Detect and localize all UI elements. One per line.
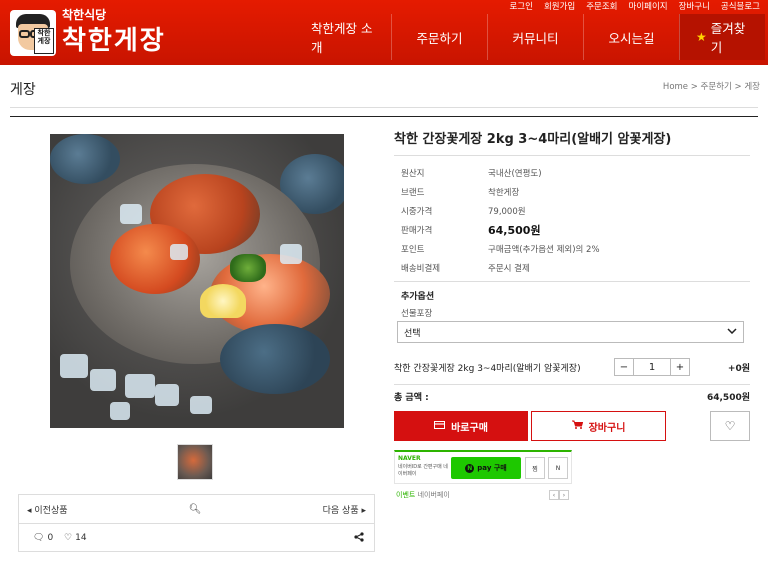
- naver-n-icon: N: [465, 463, 475, 473]
- header: 착한 게장 착한식당 착한게장 로그인 회원가입 주문조회 마이페이지 장바구니…: [0, 0, 768, 65]
- quantity-input[interactable]: 1: [633, 359, 671, 375]
- total-row: 총 금액 : 64,500원: [394, 390, 750, 406]
- option-price: +0원: [727, 363, 750, 374]
- logo-mascot: 착한 게장: [10, 10, 56, 56]
- product-image[interactable]: [50, 134, 344, 428]
- info-row-sale-price: 판매가격 64,500원: [401, 223, 541, 237]
- gift-wrap-label: 선물포장: [401, 309, 433, 319]
- nav-order[interactable]: 주문하기: [391, 14, 487, 60]
- top-link-cart[interactable]: 장바구니: [679, 0, 710, 12]
- top-menu: 로그인 회원가입 주문조회 마이페이지 장바구니 공식블로그: [509, 0, 760, 12]
- add-to-cart-button[interactable]: 장바구니: [531, 411, 666, 441]
- chevron-down-icon: [727, 327, 737, 337]
- info-row-origin: 원산지 국내산(연평도): [401, 168, 542, 179]
- product-thumbnail[interactable]: [177, 444, 213, 480]
- event-arrows: ‹ ›: [549, 490, 569, 500]
- total-value: 64,500원: [706, 393, 750, 403]
- top-link-join[interactable]: 회원가입: [544, 0, 575, 12]
- naver-logo: NAVER: [398, 455, 421, 462]
- like-count[interactable]: ♡ 14: [64, 533, 87, 543]
- favorite-label: 즐겨찾기: [710, 21, 746, 55]
- top-link-order-check[interactable]: 주문조회: [586, 0, 617, 12]
- quantity-plus-button[interactable]: +: [671, 359, 689, 375]
- cart-icon: [571, 420, 583, 432]
- info-row-points: 포인트 구매금액(추가옵션 제외)의 2%: [401, 244, 600, 255]
- heart-icon: ♡: [724, 419, 736, 433]
- product-info-table: 원산지 국내산(연평도) 브랜드 착한게장 시중가격 79,000원 판매가격 64,5…: [401, 163, 741, 277]
- top-link-blog[interactable]: 공식블로그: [721, 0, 760, 12]
- product-title: 착한 간장꽃게장 2kg 3~4마리(알배기 암꽃게장): [394, 132, 672, 147]
- share-icon[interactable]: [354, 531, 364, 545]
- divider: [10, 116, 758, 117]
- logo[interactable]: 착한 게장 착한식당 착한게장: [10, 6, 180, 60]
- info-row-brand: 브랜드 착한게장: [401, 187, 520, 198]
- naver-pay-desc: 네이버ID로 간편구매 네이버페이: [398, 464, 448, 477]
- nav-favorite[interactable]: ★ 즐겨찾기: [679, 14, 765, 60]
- divider: [394, 384, 750, 385]
- divider: [394, 155, 750, 156]
- quantity-stepper: − 1 +: [614, 358, 690, 376]
- nav-intro[interactable]: 착한게장 소개: [295, 14, 391, 60]
- event-prev-button[interactable]: ‹: [549, 490, 559, 500]
- wishlist-button[interactable]: ♡: [710, 411, 750, 441]
- naver-pay-button[interactable]: N pay 구매: [451, 457, 521, 479]
- next-product-link[interactable]: 다음 상품 ▸: [323, 503, 366, 516]
- naver-n-button[interactable]: N: [548, 457, 568, 479]
- nav-community[interactable]: 커뮤니티: [487, 14, 583, 60]
- gift-wrap-select[interactable]: 선택: [397, 321, 744, 343]
- card-icon: [434, 420, 446, 432]
- top-link-mypage[interactable]: 마이페이지: [629, 0, 668, 12]
- info-row-market-price: 시중가격 79,000원: [401, 206, 526, 217]
- options-title: 추가옵션: [401, 292, 435, 302]
- logo-big-text: 착한게장: [62, 26, 166, 56]
- divider: [394, 281, 750, 282]
- comment-icon: 🗨︎: [33, 533, 45, 543]
- main-nav: 착한게장 소개 주문하기 커뮤니티 오시는길 ★ 즐겨찾기: [295, 14, 765, 60]
- naver-pay-event[interactable]: 이벤트 네이버페이: [396, 490, 450, 500]
- naver-pay-box: NAVER 네이버ID로 간편구매 네이버페이 N pay 구매 찜 N: [394, 450, 572, 484]
- comment-count[interactable]: 🗨︎ 0: [33, 533, 53, 543]
- heart-icon: ♡: [64, 533, 73, 543]
- page-title: 게장: [10, 82, 36, 98]
- naver-jjim-button[interactable]: 찜: [525, 457, 545, 479]
- nav-location[interactable]: 오시는길: [583, 14, 679, 60]
- top-link-login[interactable]: 로그인: [509, 0, 532, 12]
- quantity-minus-button[interactable]: −: [615, 359, 633, 375]
- divider: [10, 107, 758, 108]
- info-row-shipping: 배송비결제 주문시 결제: [401, 263, 530, 274]
- event-next-button[interactable]: ›: [559, 490, 569, 500]
- star-icon: ★: [696, 30, 707, 44]
- product-nav-box: ◂ 이전상품 🔍︎ 다음 상품 ▸ 🗨︎ 0 ♡ 14: [18, 494, 375, 552]
- prev-product-link[interactable]: ◂ 이전상품: [27, 503, 68, 516]
- logo-sign: 착한 게장: [34, 28, 54, 54]
- buy-now-button[interactable]: 바로구매: [394, 411, 528, 441]
- total-label: 총 금액 :: [394, 393, 429, 403]
- quantity-product-name: 착한 간장꽃게장 2kg 3~4마리(알배기 암꽃게장): [394, 363, 581, 374]
- quantity-row: 착한 간장꽃게장 2kg 3~4마리(알배기 암꽃게장) − 1 + +0원: [394, 356, 750, 378]
- zoom-icon[interactable]: 🔍︎: [189, 504, 202, 515]
- breadcrumb: Home > 주문하기 > 게장: [662, 82, 760, 92]
